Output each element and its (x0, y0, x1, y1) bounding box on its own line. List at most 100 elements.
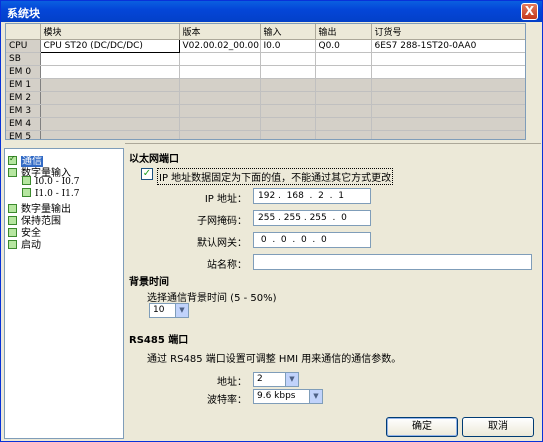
fixed-ip-checkbox[interactable]: ✓ (141, 168, 153, 180)
module-cell[interactable] (40, 130, 180, 139)
tree-item-label: I1.0 - I1.7 (35, 189, 80, 199)
tree-item-digital-input[interactable]: 数字量输入 (8, 164, 71, 179)
rs485-header: RS485 端口 (129, 335, 189, 346)
tree-item-label: 启动 (21, 240, 41, 251)
input-cell (260, 52, 316, 66)
module-cell[interactable]: CPU ST20 (DC/DC/DC) (39, 39, 180, 53)
baud-rate-select[interactable]: 9.6 kbps ▼ (253, 389, 323, 404)
leaf-icon (22, 188, 31, 197)
input-cell (260, 91, 316, 105)
input-cell (260, 78, 316, 92)
table-row[interactable]: EM 5 (6, 130, 525, 139)
output-cell (315, 104, 372, 118)
input-cell (260, 104, 316, 118)
tree-item-security[interactable]: 安全 (8, 224, 41, 239)
version-cell (179, 91, 261, 105)
slot-cell: EM 4 (6, 117, 41, 131)
output-cell (315, 130, 372, 139)
slot-cell: EM 0 (6, 65, 41, 79)
tree-item-i1[interactable]: I1.0 - I1.7 (22, 188, 80, 200)
ok-button[interactable]: 确定 (386, 417, 458, 437)
order-cell (371, 104, 525, 118)
col-header-order[interactable]: 订货号 (371, 24, 525, 40)
tree-item-label: I0.0 - I0.7 (35, 177, 80, 187)
table-row[interactable]: EM 4 (6, 117, 525, 131)
output-cell (315, 78, 372, 92)
chevron-down-icon[interactable]: ▼ (175, 304, 188, 317)
slot-cell: EM 5 (6, 130, 41, 139)
tree-item-startup[interactable]: 启动 (8, 236, 41, 251)
window-title: 系统块 (7, 7, 40, 20)
background-time-value: 10 (153, 305, 165, 315)
col-header-slot[interactable] (6, 24, 41, 40)
address-label: 地址： (217, 377, 247, 388)
col-header-input[interactable]: 输入 (260, 24, 316, 40)
output-cell (315, 91, 372, 105)
module-cell[interactable] (40, 52, 180, 66)
version-cell (179, 104, 261, 118)
version-cell (179, 117, 261, 131)
tree-item-retentive[interactable]: 保持范围 (8, 212, 61, 227)
module-cell[interactable] (40, 91, 180, 105)
baud-rate-label: 波特率： (207, 395, 247, 406)
address-select[interactable]: 2 ▼ (253, 372, 299, 387)
order-cell (371, 117, 525, 131)
module-table: 模块 版本 输入 输出 订货号 CPU CPU ST20 (DC/DC/DC) … (5, 23, 526, 140)
table-row[interactable]: SB (6, 52, 525, 66)
subnet-mask-label: 子网掩码： (197, 216, 247, 227)
folder-icon (8, 168, 17, 177)
table-row[interactable]: EM 3 (6, 104, 525, 118)
ethernet-header: 以太网端口 (129, 154, 179, 165)
leaf-icon (22, 176, 31, 185)
col-header-version[interactable]: 版本 (179, 24, 261, 40)
table-row[interactable]: EM 2 (6, 91, 525, 105)
input-cell (260, 65, 316, 79)
order-cell (371, 52, 525, 66)
module-cell[interactable] (40, 104, 180, 118)
background-time-label: 选择通信背景时间 (5 - 50%) (147, 293, 277, 304)
input-cell: I0.0 (260, 39, 316, 53)
module-cell[interactable] (40, 65, 180, 79)
gateway-field[interactable]: 0 . 0 . 0 . 0 (253, 232, 371, 248)
slot-cell: EM 3 (6, 104, 41, 118)
ip-address-field[interactable]: 192 . 168 . 2 . 1 (253, 188, 371, 204)
col-header-module[interactable]: 模块 (40, 24, 180, 40)
module-cell[interactable] (40, 78, 180, 92)
background-time-select[interactable]: 10 ▼ (149, 303, 189, 318)
title-bar: 系统块 X (1, 1, 542, 22)
tree-item-communication[interactable]: 通信 (8, 152, 43, 167)
divider (125, 143, 541, 144)
table-row[interactable]: EM 1 (6, 78, 525, 92)
rs485-description: 通过 RS485 端口设置可调整 HMI 用来通信的通信参数。 (147, 354, 402, 365)
version-cell: V02.00.02_00.00... (179, 39, 261, 53)
version-cell (179, 65, 261, 79)
station-name-label: 站名称： (207, 260, 247, 271)
output-cell (315, 52, 372, 66)
output-cell (315, 65, 372, 79)
module-cell[interactable] (40, 117, 180, 131)
order-cell: 6ES7 288-1ST20-0AA0 (371, 39, 525, 53)
close-button[interactable]: X (521, 3, 538, 20)
ip-label: IP 地址： (204, 194, 247, 205)
output-cell: Q0.0 (315, 39, 372, 53)
table-row[interactable]: CPU CPU ST20 (DC/DC/DC) V02.00.02_00.00.… (6, 39, 525, 53)
settings-tree: 通信 数字量输入 I0.0 - I0.7 I1.0 - I1.7 数字量输出 保… (4, 148, 124, 439)
table-row[interactable]: EM 0 (6, 65, 525, 79)
tree-item-digital-output[interactable]: 数字量输出 (8, 200, 71, 215)
tree-item-i0[interactable]: I0.0 - I0.7 (22, 176, 80, 188)
input-cell (260, 130, 316, 139)
col-header-output[interactable]: 输出 (315, 24, 372, 40)
station-name-field[interactable] (253, 254, 532, 270)
slot-cell: SB (6, 52, 41, 66)
cancel-button[interactable]: 取消 (462, 417, 534, 437)
order-cell (371, 65, 525, 79)
version-cell (179, 130, 261, 139)
subnet-mask-field[interactable]: 255 . 255 . 255 . 0 (253, 210, 371, 226)
version-cell (179, 52, 261, 66)
chevron-down-icon[interactable]: ▼ (285, 373, 298, 386)
chevron-down-icon[interactable]: ▼ (309, 390, 322, 403)
slot-cell: EM 1 (6, 78, 41, 92)
order-cell (371, 78, 525, 92)
input-cell (260, 117, 316, 131)
system-block-dialog: 系统块 X 模块 版本 输入 输出 订货号 CPU CPU ST20 (DC/D… (0, 0, 543, 442)
